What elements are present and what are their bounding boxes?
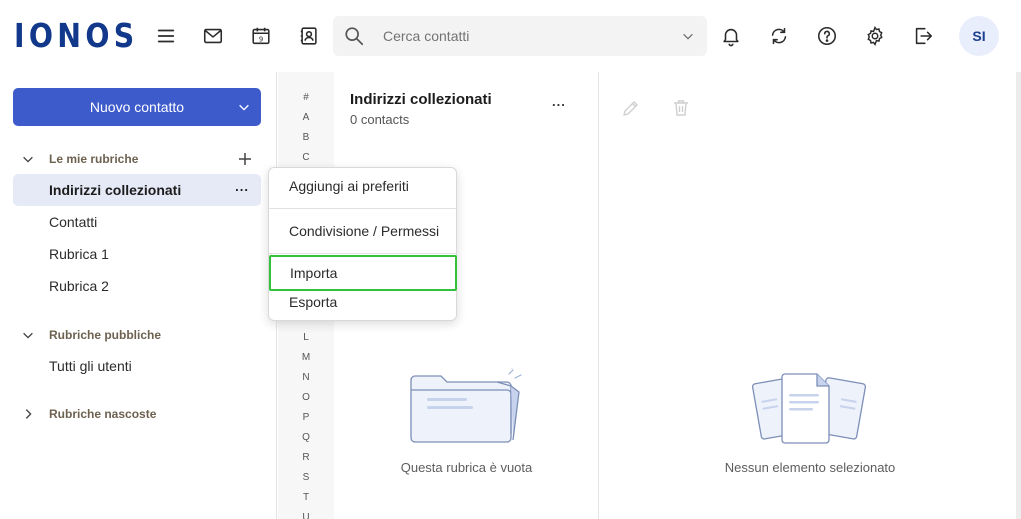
menu-divider bbox=[269, 208, 456, 209]
new-contact-label: Nuovo contatto bbox=[89, 99, 185, 115]
menu-divider bbox=[269, 253, 456, 254]
book-item-rubrica-2[interactable]: Rubrica 2 bbox=[13, 270, 261, 302]
book-label: Rubrica 1 bbox=[49, 246, 109, 262]
empty-book-message: Questa rubrica è vuota bbox=[400, 460, 533, 475]
book-item-rubrica-1[interactable]: Rubrica 1 bbox=[13, 238, 261, 270]
book-item-contatti[interactable]: Contatti bbox=[13, 206, 261, 238]
section-my-books[interactable]: Le mie rubriche bbox=[13, 147, 263, 171]
top-bar: IONOS 9 SI bbox=[0, 0, 1021, 72]
section-hidden-books[interactable]: Rubriche nascoste bbox=[13, 402, 263, 426]
bell-icon[interactable] bbox=[719, 24, 743, 48]
no-selection-message: Nessun elemento selezionato bbox=[724, 460, 896, 475]
list-more-button[interactable]: ... bbox=[552, 95, 566, 108]
edit-icon[interactable] bbox=[621, 98, 641, 118]
contacts-icon[interactable] bbox=[297, 24, 321, 48]
menu-item-export[interactable]: Esporta bbox=[269, 290, 456, 314]
gear-icon[interactable] bbox=[863, 24, 887, 48]
user-avatar[interactable]: SI bbox=[959, 16, 999, 56]
chevron-down-icon[interactable] bbox=[237, 100, 251, 114]
calendar-icon[interactable]: 9 bbox=[249, 24, 273, 48]
book-item-tutti-gli-utenti[interactable]: Tutti gli utenti bbox=[13, 350, 261, 382]
more-options-button[interactable]: ... bbox=[235, 180, 249, 193]
menu-item-import[interactable]: Importa bbox=[269, 255, 457, 291]
alpha-letter[interactable]: A bbox=[278, 112, 334, 123]
book-label: Tutti gli utenti bbox=[49, 358, 132, 374]
alpha-letter[interactable]: L bbox=[278, 332, 334, 343]
alpha-letter[interactable]: N bbox=[278, 372, 334, 383]
book-label: Contatti bbox=[49, 214, 98, 230]
section-title: Rubriche pubbliche bbox=[49, 328, 162, 342]
contact-count: 0 contacts bbox=[350, 112, 410, 127]
search-bar[interactable] bbox=[333, 16, 707, 56]
logout-icon[interactable] bbox=[911, 24, 935, 48]
alpha-letter[interactable]: R bbox=[278, 452, 334, 463]
menu-item-sharing-permissions[interactable]: Condivisione / Permessi bbox=[269, 219, 456, 243]
documents-illustration bbox=[751, 373, 867, 444]
alpha-letter[interactable]: M bbox=[278, 352, 334, 363]
section-title: Le mie rubriche bbox=[49, 152, 139, 166]
scrollbar[interactable] bbox=[1016, 72, 1021, 519]
trash-icon[interactable] bbox=[671, 98, 691, 118]
menu-item-add-favorites[interactable]: Aggiungi ai preferiti bbox=[269, 174, 456, 198]
chevron-right-icon[interactable] bbox=[21, 407, 35, 421]
book-context-menu: Aggiungi ai preferiti Condivisione / Per… bbox=[268, 167, 457, 321]
alpha-letter[interactable]: T bbox=[278, 492, 334, 503]
alpha-letter[interactable]: C bbox=[278, 152, 334, 163]
mail-icon[interactable] bbox=[201, 24, 225, 48]
alpha-letter[interactable]: O bbox=[278, 392, 334, 403]
alpha-letter[interactable]: Q bbox=[278, 432, 334, 443]
detail-panel: Nessun elemento selezionato bbox=[599, 72, 1021, 519]
chevron-down-icon[interactable] bbox=[21, 152, 35, 166]
search-input[interactable] bbox=[383, 16, 673, 56]
book-label: Indirizzi collezionati bbox=[49, 182, 182, 198]
add-book-icon[interactable] bbox=[237, 151, 253, 167]
new-contact-button[interactable]: Nuovo contatto bbox=[13, 88, 261, 126]
sidebar: Nuovo contatto Le mie rubriche Indirizzi… bbox=[0, 72, 277, 519]
svg-text:9: 9 bbox=[259, 36, 263, 44]
alpha-letter[interactable]: P bbox=[278, 412, 334, 423]
alpha-letter[interactable]: S bbox=[278, 472, 334, 483]
book-item-indirizzi-collezionati[interactable]: Indirizzi collezionati ... bbox=[13, 174, 261, 206]
alpha-letter[interactable]: B bbox=[278, 132, 334, 143]
search-icon[interactable] bbox=[343, 25, 365, 47]
alpha-letter[interactable]: # bbox=[278, 92, 334, 103]
sync-icon[interactable] bbox=[767, 24, 791, 48]
chevron-down-icon[interactable] bbox=[21, 328, 35, 342]
book-label: Rubrica 2 bbox=[49, 278, 109, 294]
empty-folder-illustration bbox=[410, 368, 522, 443]
help-icon[interactable] bbox=[815, 24, 839, 48]
alpha-letter[interactable]: U bbox=[278, 512, 334, 519]
ionos-logo[interactable]: IONOS bbox=[14, 17, 139, 55]
chevron-down-icon[interactable] bbox=[681, 29, 695, 43]
list-title: Indirizzi collezionati bbox=[350, 91, 492, 108]
section-public-books[interactable]: Rubriche pubbliche bbox=[13, 323, 263, 347]
menu-icon[interactable] bbox=[154, 24, 178, 48]
section-title: Rubriche nascoste bbox=[49, 407, 157, 421]
